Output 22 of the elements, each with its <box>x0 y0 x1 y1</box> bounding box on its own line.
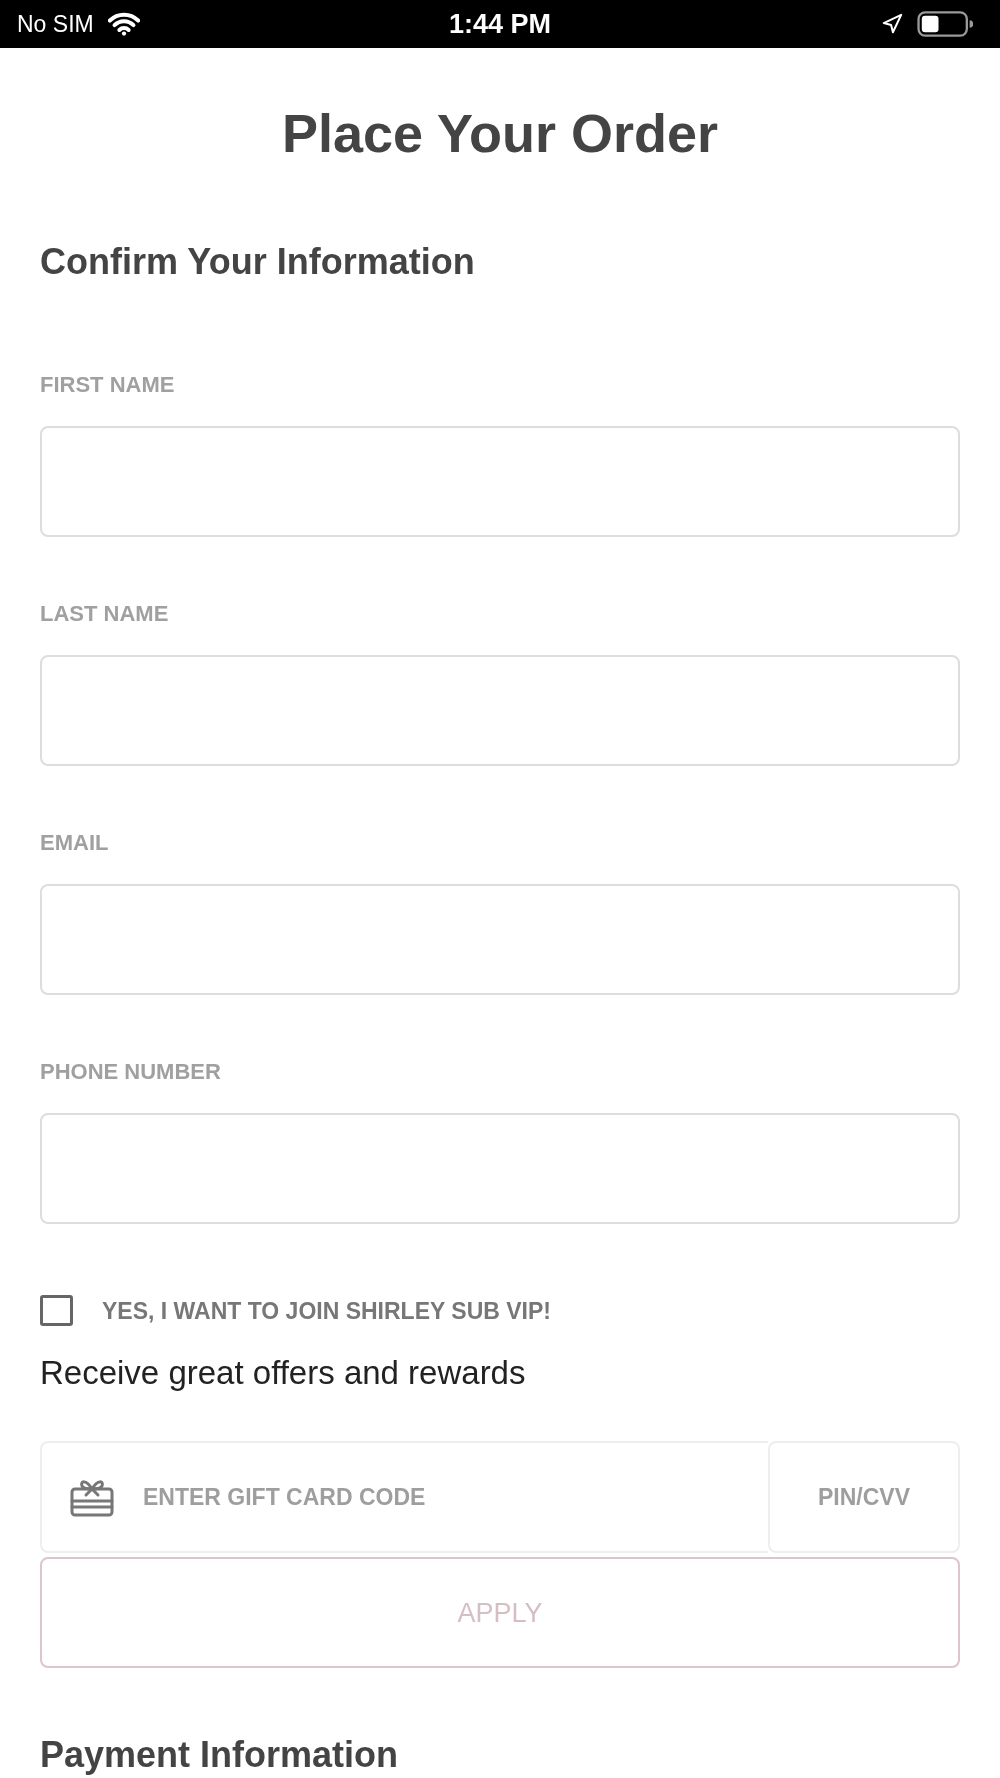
wifi-icon <box>107 12 140 36</box>
text-input-field[interactable] <box>40 884 960 995</box>
status-time: 1:44 PM <box>448 8 551 40</box>
vip-checkbox[interactable] <box>40 1295 73 1326</box>
vip-description: Receive great offers and rewards <box>40 1353 526 1393</box>
location-arrow-icon <box>881 13 903 35</box>
page-title: Place Your Order <box>281 102 719 165</box>
text-input-field[interactable] <box>40 426 960 537</box>
field-label: EMAIL <box>40 830 109 856</box>
gift-card-code-field[interactable]: ENTER GIFT CARD CODE <box>40 1441 768 1553</box>
pin-field[interactable]: PIN/CVV <box>768 1441 960 1553</box>
gift-card-icon <box>70 1477 114 1517</box>
field-label: FIRST NAME <box>40 372 175 398</box>
battery-icon <box>917 11 973 37</box>
section-heading: Payment Information <box>40 1735 399 1775</box>
text-input-field[interactable] <box>40 655 960 766</box>
checkbox-label: YES, I WANT TO JOIN SHIRLEY SUB VIP! <box>102 1296 551 1325</box>
carrier-text: No SIM <box>17 10 94 38</box>
section-heading: Confirm Your Information <box>40 242 475 282</box>
field-label: PHONE NUMBER <box>40 1059 221 1085</box>
text-input-field[interactable] <box>40 1113 960 1224</box>
field-label: LAST NAME <box>40 601 169 627</box>
